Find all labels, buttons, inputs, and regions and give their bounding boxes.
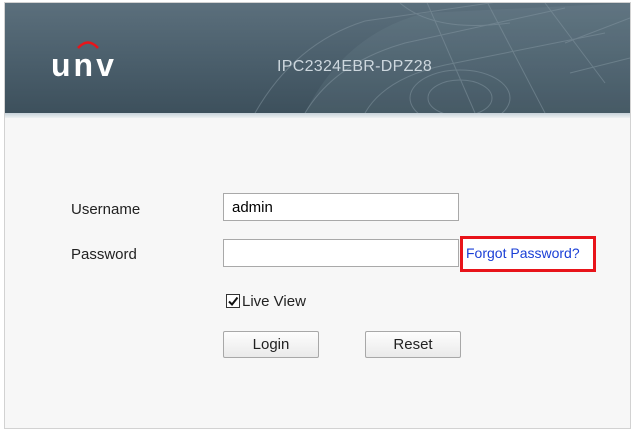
password-input[interactable] [223, 239, 459, 267]
username-input[interactable] [223, 193, 459, 221]
live-view-option[interactable]: Live View [226, 291, 306, 311]
header-divider [5, 113, 630, 118]
checkmark-icon [228, 296, 239, 307]
forgot-password-link[interactable]: Forgot Password? [466, 245, 580, 261]
forgot-password-highlight: Forgot Password? [460, 236, 596, 272]
live-view-checkbox[interactable] [226, 294, 240, 308]
reset-button[interactable]: Reset [365, 331, 461, 358]
password-label: Password [71, 246, 137, 263]
brand-logo: unv [51, 35, 141, 85]
brand-logo-text: unv [51, 47, 117, 83]
login-button[interactable]: Login [223, 331, 319, 358]
live-view-label: Live View [242, 292, 306, 310]
username-label: Username [71, 201, 141, 218]
header-banner: unv IPC2324EBR-DPZ28 [5, 3, 630, 113]
device-model-name: IPC2324EBR-DPZ28 [277, 58, 433, 75]
login-window: unv IPC2324EBR-DPZ28 Username Password F… [4, 2, 631, 429]
